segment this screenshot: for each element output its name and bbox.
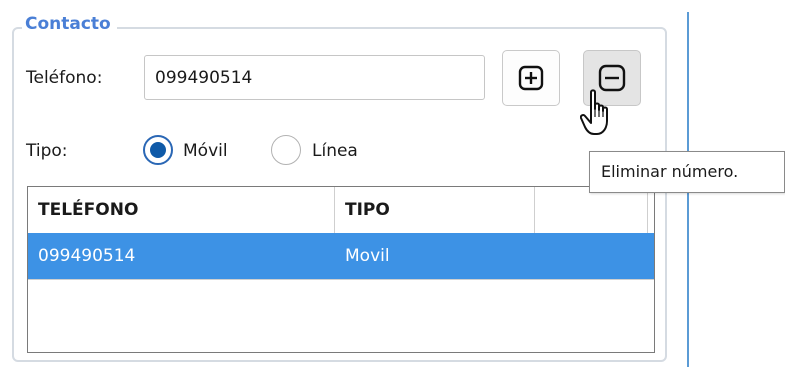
phone-input[interactable] (144, 55, 485, 100)
table-row[interactable]: 099490514 Movil (28, 233, 654, 279)
row-divider (28, 279, 654, 280)
add-number-button[interactable] (502, 50, 560, 106)
groupbox-title: Contacto (22, 14, 117, 34)
column-header-tipo[interactable]: TIPO (335, 187, 535, 233)
cell-tipo: Movil (345, 246, 390, 266)
radio-dot (150, 142, 166, 158)
radio-linea[interactable] (271, 135, 301, 165)
radio-movil-label[interactable]: Móvil (183, 141, 228, 161)
table-header: TELÉFONO TIPO (28, 187, 654, 234)
column-header-empty[interactable] (535, 187, 648, 233)
cell-telefono: 099490514 (38, 246, 136, 266)
hand-pointer-icon (579, 89, 608, 135)
radio-linea-label[interactable]: Línea (312, 141, 358, 161)
cursor (579, 88, 616, 142)
plus-square-icon (518, 65, 544, 91)
radio-movil[interactable] (143, 135, 173, 165)
phones-table[interactable]: TELÉFONO TIPO 099490514 Movil (27, 186, 655, 353)
column-header-telefono[interactable]: TELÉFONO (28, 187, 335, 233)
phone-label: Teléfono: (26, 68, 103, 88)
type-label: Tipo: (26, 141, 68, 161)
tooltip: Eliminar número. (589, 151, 785, 193)
